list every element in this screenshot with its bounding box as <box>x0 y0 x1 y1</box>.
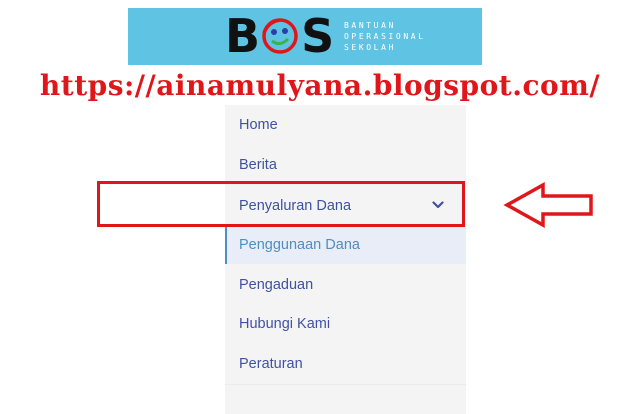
menu-item-peraturan[interactable]: Peraturan <box>225 344 466 383</box>
logo-subtitle-line: SEKOLAH <box>344 43 396 52</box>
menu-item-berita[interactable]: Berita <box>225 145 466 184</box>
menu-divider <box>225 384 466 414</box>
bos-logo: B S <box>225 9 334 63</box>
menu-item-label: Peraturan <box>239 355 303 372</box>
left-arrow-icon <box>503 182 593 228</box>
logo-letter-b: B <box>225 9 260 63</box>
menu-item-label: Home <box>239 116 278 133</box>
sidebar-menu: Home Berita Penyaluran Dana Penggunaan D… <box>225 105 466 414</box>
logo-letter-s: S <box>301 9 334 63</box>
logo-subtitle-line: OPERASIONAL <box>344 32 426 41</box>
menu-item-penggunaan-dana[interactable]: Penggunaan Dana <box>225 225 466 264</box>
menu-item-label: Penggunaan Dana <box>239 236 360 253</box>
logo-subtitle-line: BANTUAN <box>344 21 396 30</box>
logo-subtitle: BANTUAN OPERASIONAL SEKOLAH <box>344 20 426 53</box>
highlight-box <box>97 181 465 227</box>
menu-item-pengaduan[interactable]: Pengaduan <box>225 265 466 304</box>
menu-item-home[interactable]: Home <box>225 105 466 144</box>
menu-item-hubungi-kami[interactable]: Hubungi Kami <box>225 304 466 343</box>
menu-item-label: Pengaduan <box>239 276 314 293</box>
smiley-face-icon <box>262 18 298 54</box>
blog-url-caption: https://ainamulyana.blogspot.com/ <box>39 69 601 102</box>
menu-item-label: Berita <box>239 156 277 173</box>
bos-logo-banner: B S BANTUAN OPERASIONAL SEKOLAH <box>128 8 482 65</box>
menu-item-label: Hubungi Kami <box>239 315 331 332</box>
